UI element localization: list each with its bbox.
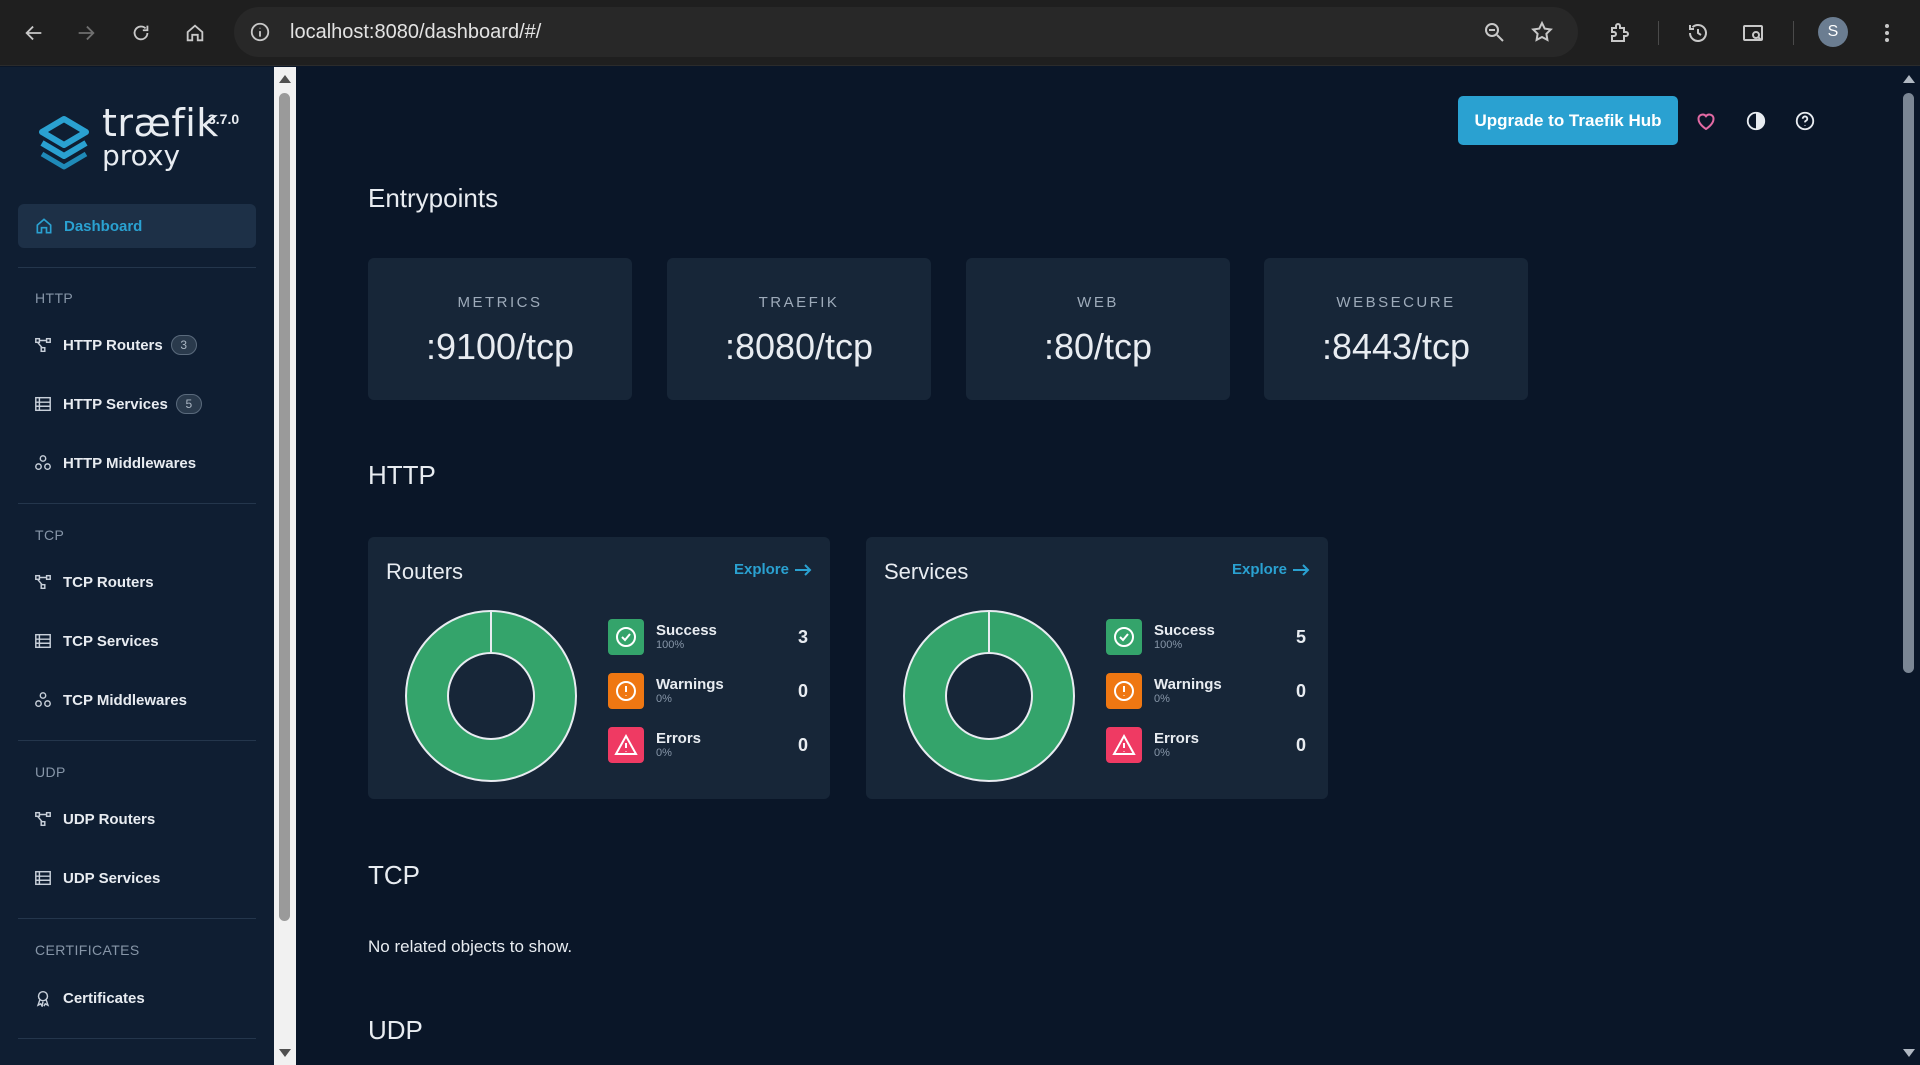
stat-row-errors[interactable]: Errors 0% 0 (1106, 727, 1306, 765)
sidebar-item-dashboard[interactable]: Dashboard (18, 204, 256, 248)
scrollbar-thumb[interactable] (1903, 93, 1914, 673)
sidebar-item-label: HTTP Services (63, 395, 168, 413)
sidebar-item-tcp-routers[interactable]: TCP Routers (33, 570, 154, 594)
theme-toggle-icon[interactable] (1743, 108, 1769, 134)
status-donut (903, 610, 1075, 782)
menu-kebab-icon[interactable] (1868, 14, 1906, 52)
sidebar-item-tcp-services[interactable]: TCP Services (33, 629, 159, 653)
status-donut (405, 610, 577, 782)
sidebar-item-label: HTTP Routers (63, 336, 163, 354)
back-icon[interactable] (14, 13, 54, 53)
address-bar[interactable]: localhost:8080/dashboard/#/ (234, 7, 1578, 57)
sidebar-item-http-services[interactable]: HTTP Services 5 (33, 392, 202, 416)
stat-row-warnings[interactable]: Warnings 0% 0 (608, 673, 808, 711)
home-icon[interactable] (175, 13, 215, 53)
count-badge: 3 (170, 335, 197, 355)
section-title-udp: UDP (35, 764, 66, 780)
arrow-right-icon (1293, 563, 1310, 576)
sidebar-item-certificates[interactable]: Certificates (33, 986, 145, 1010)
logo-word-proxy: proxy (102, 139, 181, 172)
udp-section-title: UDP (368, 1015, 423, 1045)
sidebar-item-label: TCP Routers (63, 573, 154, 591)
error-icon (1106, 727, 1142, 763)
home-icon (36, 218, 52, 234)
tcp-empty-message: No related objects to show. (368, 937, 573, 956)
middlewares-icon (33, 453, 53, 473)
sidebar-item-label: TCP Services (63, 632, 159, 650)
http-section-title: HTTP (368, 460, 436, 490)
entrypoints-title: Entrypoints (368, 183, 499, 213)
services-icon (33, 631, 53, 651)
services-icon (33, 868, 53, 888)
tcp-section-title: TCP (368, 860, 420, 890)
stat-row-errors[interactable]: Errors 0% 0 (608, 727, 808, 765)
certificate-icon (33, 988, 53, 1008)
sidebar-item-label: TCP Middlewares (63, 691, 187, 709)
history-icon[interactable] (1679, 14, 1717, 52)
explore-routers-link[interactable]: Explore (734, 561, 812, 578)
url-text[interactable]: localhost:8080/dashboard/#/ (290, 21, 541, 44)
tab-search-icon[interactable] (1734, 14, 1772, 52)
section-title-http: HTTP (35, 290, 74, 306)
stat-row-success[interactable]: Success 100% 3 (608, 619, 808, 657)
traefik-logo[interactable]: træfik proxy 3.7.0 (36, 101, 246, 172)
help-icon[interactable] (1792, 108, 1818, 134)
count-badge: 5 (175, 394, 202, 414)
browser-toolbar: localhost:8080/dashboard/#/ S (0, 0, 1920, 66)
error-icon (608, 727, 644, 763)
section-title-tcp: TCP (35, 527, 65, 543)
profile-avatar[interactable]: S (1818, 17, 1848, 47)
scrollbar-thumb[interactable] (279, 93, 290, 921)
card-title: Routers (386, 559, 464, 584)
sidebar-item-label: Certificates (63, 989, 145, 1007)
entrypoint-card-websecure: WEBSECURE :8443/tcp (1264, 258, 1528, 400)
stat-row-warnings[interactable]: Warnings 0% 0 (1106, 673, 1306, 711)
warning-icon (1106, 673, 1142, 709)
entrypoint-card-web: WEB :80/tcp (966, 258, 1230, 400)
sidebar: træfik proxy 3.7.0 Dashboard HTTP HTTP R… (0, 67, 274, 1065)
sidebar-item-label: Dashboard (64, 217, 143, 235)
section-title-certificates: CERTIFICATES (35, 942, 140, 958)
zoom-icon[interactable] (1482, 20, 1506, 44)
sidebar-item-tcp-middlewares[interactable]: TCP Middlewares (33, 688, 187, 712)
routers-icon (33, 572, 53, 592)
sidebar-item-label: UDP Routers (63, 810, 156, 828)
stat-row-success[interactable]: Success 100% 5 (1106, 619, 1306, 657)
entrypoint-card-metrics: METRICS :9100/tcp (368, 258, 632, 400)
bookmark-star-icon[interactable] (1530, 20, 1554, 44)
sidebar-item-label: UDP Services (63, 869, 161, 887)
main-scrollbar[interactable] (1898, 67, 1920, 1065)
reload-icon[interactable] (121, 13, 161, 53)
sidebar-item-udp-routers[interactable]: UDP Routers (33, 807, 155, 831)
middlewares-icon (33, 690, 53, 710)
arrow-right-icon (795, 563, 812, 576)
entrypoint-card-traefik: TRAEFIK :8080/tcp (667, 258, 931, 400)
sidebar-item-http-routers[interactable]: HTTP Routers 3 (33, 333, 197, 357)
explore-services-link[interactable]: Explore (1232, 561, 1310, 578)
forward-icon[interactable] (66, 13, 106, 53)
sidebar-item-label: HTTP Middlewares (63, 454, 197, 472)
routers-icon (33, 809, 53, 829)
site-info-icon[interactable] (248, 20, 272, 44)
success-icon (1106, 619, 1142, 655)
card-title: Services (884, 559, 969, 584)
sidebar-item-udp-services[interactable]: UDP Services (33, 866, 160, 890)
sidebar-scrollbar[interactable] (274, 67, 296, 1065)
http-routers-card: Routers Explore Success 100% 3 Warnings … (368, 537, 830, 799)
version-label: 3.7.0 (208, 111, 240, 127)
sidebar-item-http-middlewares[interactable]: HTTP Middlewares (33, 451, 196, 475)
extensions-icon[interactable] (1600, 14, 1638, 52)
http-services-card: Services Explore Success 100% 5 Warnings… (866, 537, 1328, 799)
heart-icon[interactable] (1693, 108, 1719, 134)
warning-icon (608, 673, 644, 709)
services-icon (33, 394, 53, 414)
traefik-logo-icon (39, 116, 89, 170)
success-icon (608, 619, 644, 655)
upgrade-button[interactable]: Upgrade to Traefik Hub (1458, 96, 1678, 145)
routers-icon (33, 335, 53, 355)
